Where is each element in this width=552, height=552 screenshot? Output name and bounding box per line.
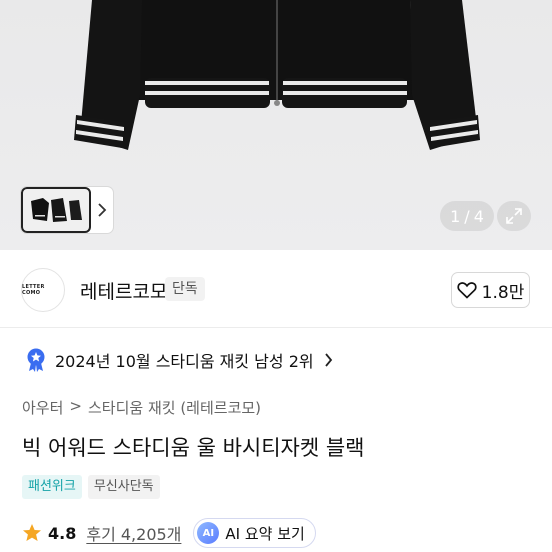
ai-summary-label: AI 요약 보기 [225,524,305,543]
product-badges: 패션위크 무신사단독 [22,475,160,499]
pager-total: 4 [473,206,484,226]
chevron-right-icon [98,203,107,217]
product-title: 빅 어워드 스타디움 울 바시티자켓 블랙 [22,436,365,460]
expand-image-button[interactable] [497,201,531,231]
breadcrumb: 아우터 > 스타디움 재킷 (레테르코모) [22,397,261,418]
pager-current: 1 [450,206,461,226]
brand-logo-text: LETTER COMO [22,284,45,296]
ranking-text: 2024년 10월 스타디움 재킷 남성 2위 [55,352,314,371]
thumbnail-next-button[interactable] [91,187,113,233]
heart-icon [457,282,477,299]
like-button[interactable]: 1.8만 [451,272,530,308]
breadcrumb-level1[interactable]: 아우터 [22,397,63,418]
rating-score: 4.8 [48,523,77,543]
thumbnail-image[interactable] [21,187,91,233]
thumbnail-strip[interactable] [21,187,113,233]
star-icon [23,524,41,541]
ranking-link[interactable]: 2024년 10월 스타디움 재킷 남성 2위 [25,348,333,372]
ai-summary-button[interactable]: AI AI 요약 보기 [193,518,316,548]
brand-name[interactable]: 레테르코모 [80,277,167,304]
jacket-thumbnail-icon [31,198,82,222]
review-count-link[interactable]: 후기 4,205개 [86,521,181,545]
expand-icon [506,208,522,224]
brand-logo[interactable]: LETTER COMO [21,268,65,312]
rating-row: 4.8 후기 4,205개 AI AI 요약 보기 [22,518,316,548]
like-count: 1.8만 [481,282,525,303]
ai-icon: AI [197,522,220,544]
breadcrumb-level2[interactable]: 스타디움 재킷 (레테르코모) [88,397,261,418]
fashion-week-badge: 패션위크 [22,475,82,499]
pager-separator: / [464,206,470,226]
brand-exclusive-tag: 단독 [165,277,205,301]
ranking-medal-icon [27,348,45,372]
chevron-right-icon [324,353,332,367]
product-image[interactable]: 1 / 4 [0,0,552,250]
exclusive-badge: 무신사단독 [87,475,160,499]
image-pager: 1 / 4 [440,201,494,231]
breadcrumb-separator: > [69,397,82,415]
